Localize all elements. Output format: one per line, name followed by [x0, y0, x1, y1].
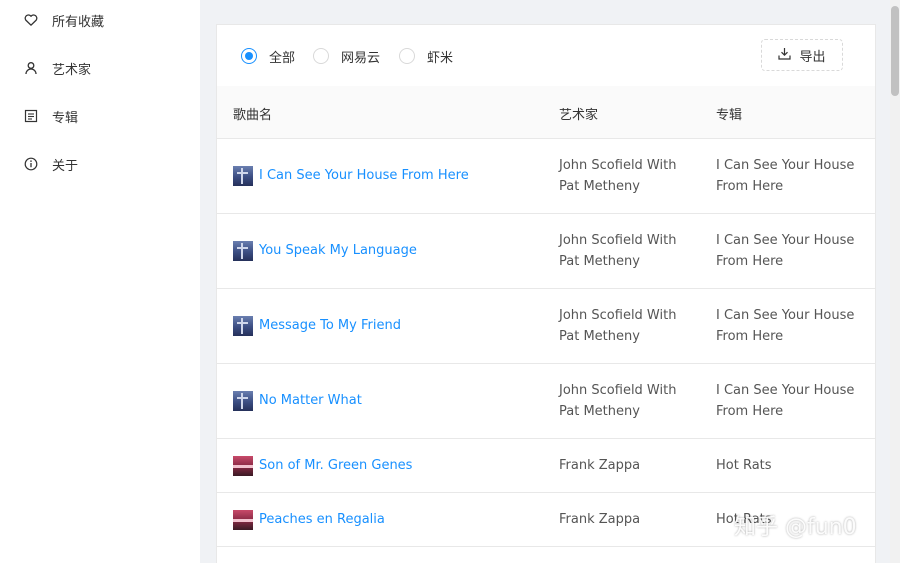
album-cell: I Can See Your House From Here: [716, 380, 866, 422]
album-cell: Hot Rats: [716, 455, 866, 476]
album-cover: [233, 241, 253, 261]
album-cover: [233, 166, 253, 186]
sidebar: 所有收藏 艺术家 专辑 关于: [0, 0, 200, 563]
radio-netease[interactable]: 网易云: [313, 48, 381, 66]
sidebar-item-label: 所有收藏: [52, 14, 105, 30]
column-header-album: 专辑: [716, 108, 743, 123]
sidebar-item-albums[interactable]: 专辑: [0, 100, 200, 132]
table-row: Son of Mr. Green Genes Frank Zappa Hot R…: [217, 439, 875, 493]
vertical-scrollbar[interactable]: [890, 0, 900, 563]
artist-text: Frank Zappa: [559, 458, 641, 473]
album-text: I Can See Your House: [716, 233, 855, 248]
column-header-song: 歌曲名: [233, 108, 273, 123]
main-content: 全部 网易云 虾米 导出 歌曲名 艺术家 专辑 I Can See Your H…: [200, 0, 890, 563]
album-text: From Here: [716, 329, 784, 344]
sidebar-item-artists[interactable]: 艺术家: [0, 52, 200, 84]
album-text: I Can See Your House: [716, 308, 855, 323]
radio-button[interactable]: [241, 48, 257, 64]
artist-text: Pat Metheny: [559, 179, 640, 194]
artist-text: Pat Metheny: [559, 254, 640, 269]
song-link[interactable]: No Matter What: [259, 393, 362, 408]
radio-label: 网易云: [341, 50, 381, 66]
download-icon: [778, 47, 792, 64]
watermark: 知乎 @fun0: [734, 515, 857, 540]
radio-label: 虾米: [427, 50, 454, 66]
radio-button[interactable]: [399, 48, 415, 64]
album-cover: [233, 316, 253, 336]
album-cover: [233, 510, 253, 530]
album-text: Hot Rats: [716, 458, 772, 473]
sidebar-item-favorites[interactable]: 所有收藏: [0, 4, 200, 36]
artist-text: Pat Metheny: [559, 404, 640, 419]
artist-text: Frank Zappa: [559, 512, 641, 527]
song-link[interactable]: Peaches en Regalia: [259, 512, 385, 527]
album-cover: [233, 456, 253, 476]
album-cell: I Can See Your House From Here: [716, 155, 866, 197]
table-row: Message To My Friend John Scofield With …: [217, 289, 875, 364]
sidebar-item-label: 艺术家: [52, 62, 92, 78]
user-icon: [24, 61, 38, 75]
export-label: 导出: [799, 49, 826, 65]
table-row: I Can See Your House From Here John Scof…: [217, 139, 875, 214]
artist-text: Pat Metheny: [559, 329, 640, 344]
sidebar-item-about[interactable]: 关于: [0, 148, 200, 180]
sidebar-item-label: 专辑: [52, 110, 79, 126]
album-cell: I Can See Your House From Here: [716, 305, 866, 347]
artist-text: John Scofield With: [559, 383, 677, 398]
radio-xiami[interactable]: 虾米: [399, 48, 454, 66]
album-text: From Here: [716, 404, 784, 419]
album-icon: [24, 109, 38, 123]
table-row: No Matter What John Scofield With Pat Me…: [217, 364, 875, 439]
scrollbar-thumb[interactable]: [891, 6, 899, 96]
radio-label: 全部: [269, 50, 296, 66]
artist-cell: Frank Zappa: [559, 509, 699, 530]
album-text: From Here: [716, 179, 784, 194]
artist-cell: John Scofield With Pat Metheny: [559, 380, 699, 422]
artist-cell: John Scofield With Pat Metheny: [559, 305, 699, 347]
album-cover: [233, 391, 253, 411]
song-link[interactable]: I Can See Your House From Here: [259, 168, 469, 183]
column-header-artist: 艺术家: [559, 108, 599, 123]
song-link[interactable]: You Speak My Language: [259, 243, 417, 258]
table-header: 歌曲名 艺术家 专辑: [217, 86, 875, 139]
artist-text: John Scofield With: [559, 233, 677, 248]
album-text: From Here: [716, 254, 784, 269]
radio-all[interactable]: 全部: [241, 48, 296, 66]
song-link[interactable]: Message To My Friend: [259, 318, 401, 333]
filter-bar: 全部 网易云 虾米 导出: [217, 25, 875, 86]
artist-cell: John Scofield With Pat Metheny: [559, 230, 699, 272]
song-link[interactable]: Son of Mr. Green Genes: [259, 458, 412, 473]
radio-button[interactable]: [313, 48, 329, 64]
artist-cell: John Scofield With Pat Metheny: [559, 155, 699, 197]
info-icon: [24, 157, 38, 171]
artist-text: John Scofield With: [559, 308, 677, 323]
song-table-card: 全部 网易云 虾米 导出 歌曲名 艺术家 专辑 I Can See Your H…: [216, 24, 876, 563]
artist-text: John Scofield With: [559, 158, 677, 173]
album-cell: I Can See Your House From Here: [716, 230, 866, 272]
heart-icon: [24, 13, 38, 27]
table-row: You Speak My Language John Scofield With…: [217, 214, 875, 289]
artist-cell: Frank Zappa: [559, 455, 699, 476]
sidebar-item-label: 关于: [52, 158, 79, 174]
export-button[interactable]: 导出: [761, 39, 843, 71]
album-text: I Can See Your House: [716, 158, 855, 173]
album-text: I Can See Your House: [716, 383, 855, 398]
